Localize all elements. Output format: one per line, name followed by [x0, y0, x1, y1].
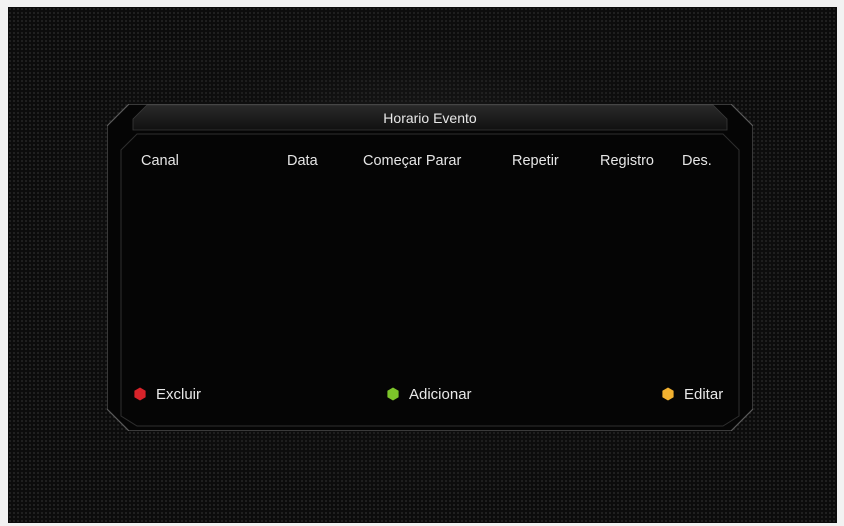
delete-button-label: Excluir	[156, 385, 202, 403]
column-header-canal: Canal	[141, 153, 179, 169]
add-button[interactable]: Adicionar	[386, 384, 472, 404]
column-header-des: Des.	[682, 153, 712, 169]
column-header-record: Registro	[600, 153, 654, 169]
delete-button[interactable]: Excluir	[133, 384, 201, 404]
yellow-hexagon-icon	[661, 387, 675, 401]
timer-event-dialog: Horario Evento Canal Data Começar Parar …	[107, 104, 753, 431]
column-header-data: Data	[287, 153, 318, 169]
edit-button[interactable]: Editar	[661, 384, 723, 404]
column-header-repeat: Repetir	[512, 153, 559, 169]
red-hexagon-icon	[133, 387, 147, 401]
tv-screen: Horario Evento Canal Data Começar Parar …	[8, 7, 837, 523]
column-header-start-stop: Começar Parar	[363, 153, 462, 169]
dialog-title: Horario Evento	[383, 110, 477, 126]
event-list	[137, 179, 723, 374]
add-button-label: Adicionar	[409, 385, 472, 403]
green-hexagon-icon	[386, 387, 400, 401]
edit-button-label: Editar	[684, 385, 724, 403]
